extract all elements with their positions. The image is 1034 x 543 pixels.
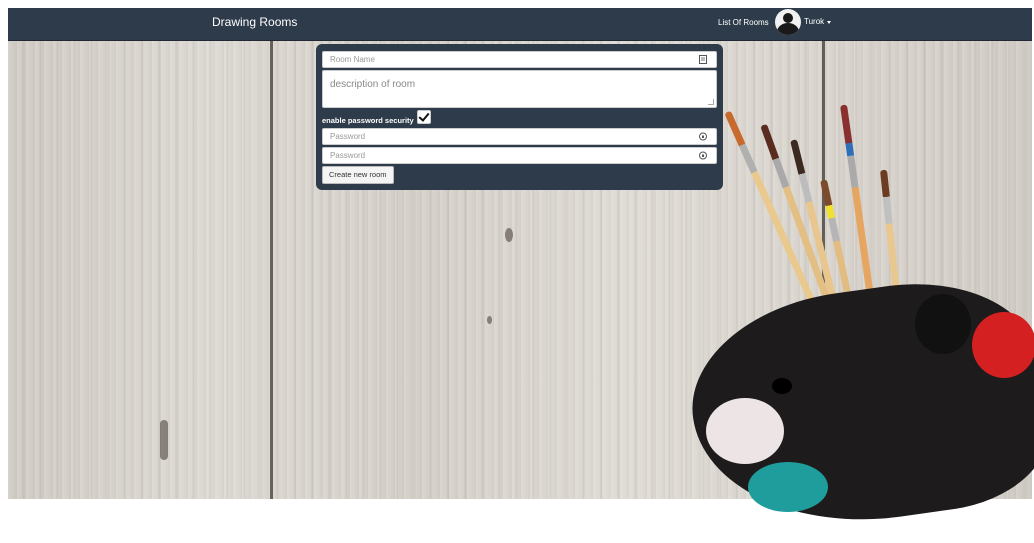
checkmark-icon	[418, 110, 430, 122]
lock-icon	[699, 151, 707, 160]
wood-knot	[487, 316, 492, 324]
create-room-form: Room Name description of room enable pas…	[316, 44, 723, 190]
wood-knot	[505, 228, 513, 242]
white-paint-well	[706, 398, 784, 464]
list-of-rooms-link[interactable]: List Of Rooms	[718, 18, 769, 27]
lock-icon	[699, 132, 707, 141]
wood-knot	[160, 420, 168, 460]
enable-password-label: enable password security	[322, 116, 414, 125]
password-placeholder: Password	[330, 132, 366, 141]
confirm-password-placeholder: Password	[330, 151, 366, 160]
password-input[interactable]: Password	[322, 128, 717, 145]
dark-paint-well	[915, 294, 971, 354]
chevron-down-icon[interactable]	[827, 21, 831, 24]
teal-paint-well	[748, 462, 828, 512]
create-room-button[interactable]: Create new room	[322, 166, 394, 184]
room-name-input[interactable]: Room Name	[322, 51, 717, 68]
enable-password-checkbox[interactable]	[417, 110, 431, 124]
top-navbar: Drawing Rooms List Of Rooms Turok	[8, 8, 1032, 41]
confirm-password-input[interactable]: Password	[322, 147, 717, 164]
room-description-textarea[interactable]: description of room	[322, 70, 717, 108]
user-menu-toggle[interactable]: Turok	[804, 17, 824, 26]
id-card-icon	[699, 55, 707, 64]
description-placeholder: description of room	[330, 79, 416, 90]
resize-handle-icon[interactable]	[708, 99, 714, 105]
palette-thumb-hole	[772, 378, 792, 394]
user-avatar-icon[interactable]	[775, 9, 801, 35]
brand-link[interactable]: Drawing Rooms	[212, 15, 297, 29]
red-paint-well	[972, 312, 1034, 378]
room-name-placeholder: Room Name	[330, 55, 375, 64]
plank-gap	[270, 40, 273, 499]
